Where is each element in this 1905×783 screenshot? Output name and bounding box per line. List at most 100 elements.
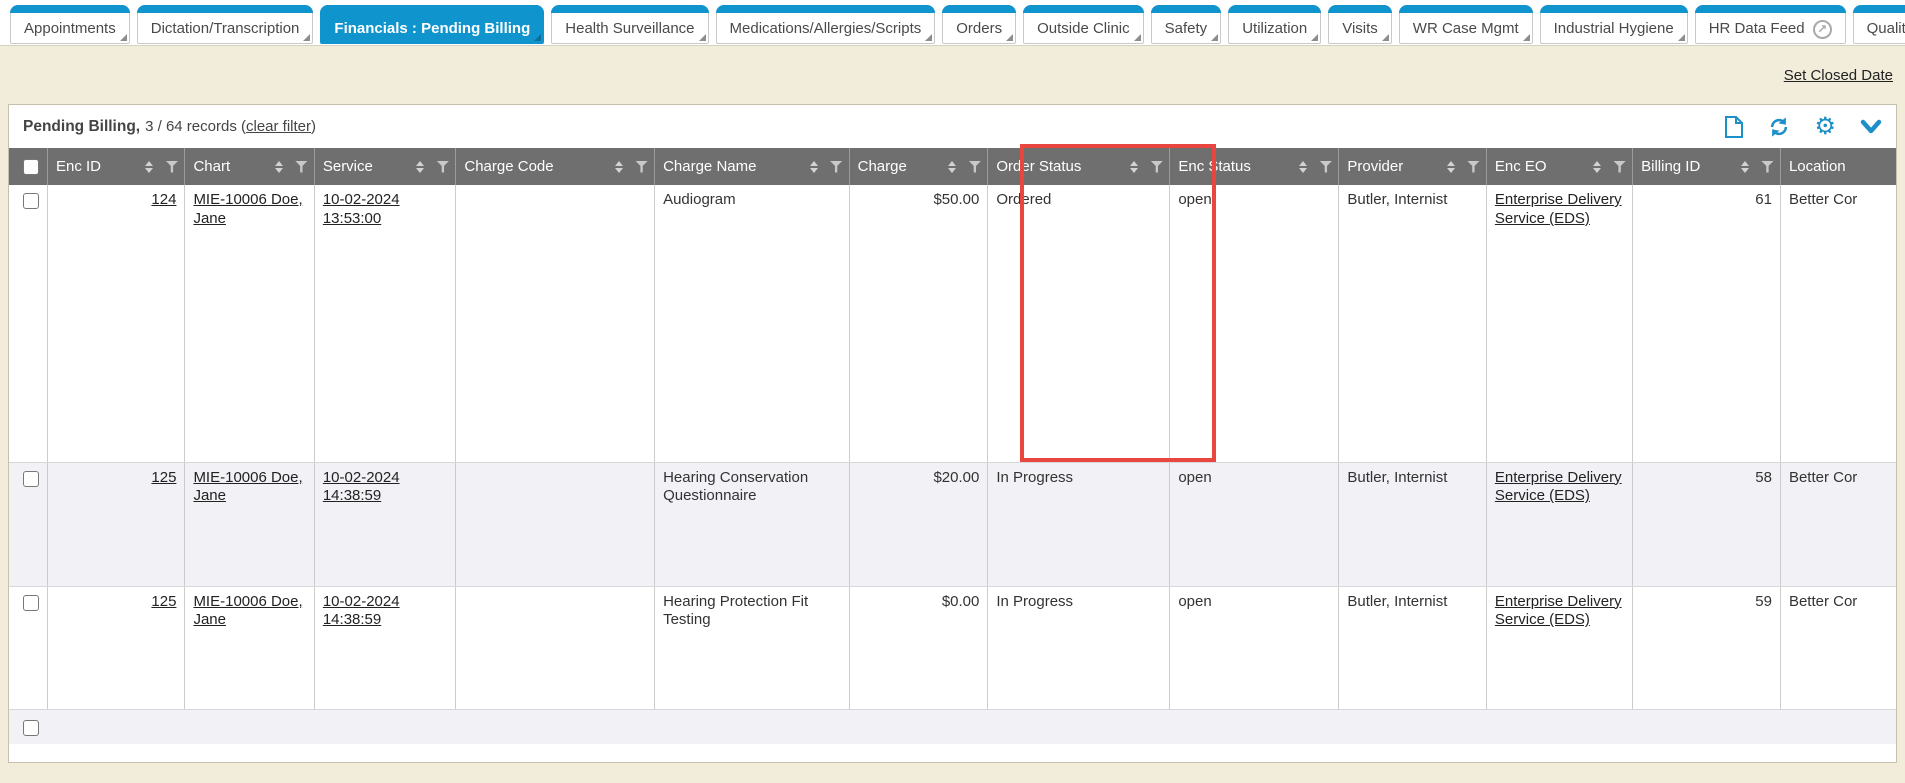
filter-funnel-icon[interactable] xyxy=(1467,161,1480,173)
sort-icon[interactable] xyxy=(810,161,818,173)
sort-icon[interactable] xyxy=(1299,161,1307,173)
column-header-charge-name[interactable]: Charge Name xyxy=(655,148,850,185)
link-enc_eo[interactable]: Enterprise Delivery Service (EDS) xyxy=(1495,593,1622,629)
records-text: 3 / 64 records ( xyxy=(145,118,246,135)
link-enc_id[interactable]: 125 xyxy=(151,593,176,610)
filter-funnel-icon[interactable] xyxy=(295,161,308,173)
new-document-icon[interactable] xyxy=(1724,116,1744,138)
sort-icon[interactable] xyxy=(416,161,424,173)
link-chart[interactable]: MIE-10006 Doe, Jane xyxy=(193,191,302,227)
link-service[interactable]: 10-02-2024 14:38:59 xyxy=(323,469,400,505)
tab-dictation-transcription[interactable]: Dictation/Transcription xyxy=(137,5,314,44)
tab-appointments[interactable]: Appointments xyxy=(10,5,130,44)
tab-corner-fold-icon xyxy=(1134,34,1141,41)
link-service[interactable]: 10-02-2024 14:38:59 xyxy=(323,593,400,629)
tab-safety[interactable]: Safety xyxy=(1151,5,1222,44)
link-enc_id[interactable]: 125 xyxy=(151,469,176,486)
sort-icon[interactable] xyxy=(1593,161,1601,173)
column-header-enc-status[interactable]: Enc Status xyxy=(1170,148,1339,185)
filter-funnel-icon[interactable] xyxy=(436,161,449,173)
tab-corner-fold-icon xyxy=(1211,34,1218,41)
column-header-charge[interactable]: Charge xyxy=(849,148,988,185)
tab-corner-fold-icon xyxy=(1006,34,1013,41)
column-label: Service xyxy=(323,158,417,175)
tab-quality-of-care[interactable]: Quality of Care xyxy=(1853,5,1905,44)
link-chart[interactable]: MIE-10006 Doe, Jane xyxy=(193,469,302,505)
tab-health-surveillance[interactable]: Health Surveillance xyxy=(551,5,708,44)
panel-bottom-spacer xyxy=(9,744,1896,762)
sort-icon[interactable] xyxy=(1741,161,1749,173)
top-links-row: Set Closed Date xyxy=(0,46,1905,104)
table-body: 124 MIE-10006 Doe, Jane 10-02-2024 13:53:0… xyxy=(9,185,1896,709)
column-header-enc-eo[interactable]: Enc EO xyxy=(1486,148,1632,185)
column-header-provider[interactable]: Provider xyxy=(1339,148,1487,185)
table-row: 124 MIE-10006 Doe, Jane 10-02-2024 13:53:0… xyxy=(9,185,1896,462)
sort-icon[interactable] xyxy=(145,161,153,173)
tab-wr-case-mgmt[interactable]: WR Case Mgmt xyxy=(1399,5,1533,44)
tab-outside-clinic[interactable]: Outside Clinic xyxy=(1023,5,1144,44)
row-select-checkbox[interactable] xyxy=(23,471,39,487)
clear-filter-link[interactable]: clear filter xyxy=(246,118,311,135)
filter-funnel-icon[interactable] xyxy=(1761,161,1774,173)
sort-icon[interactable] xyxy=(948,161,956,173)
filter-funnel-icon[interactable] xyxy=(165,161,178,173)
tab-corner-fold-icon xyxy=(699,34,706,41)
records-count: 3 / 64 records (clear filter) xyxy=(145,118,316,135)
cell-provider: Butler, Internist xyxy=(1339,462,1487,586)
column-header-billing-id[interactable]: Billing ID xyxy=(1633,148,1781,185)
column-label: Location xyxy=(1789,158,1890,175)
column-header-service[interactable]: Service xyxy=(314,148,456,185)
link-service[interactable]: 10-02-2024 13:53:00 xyxy=(323,191,400,227)
sort-icon[interactable] xyxy=(1130,161,1138,173)
column-header-enc-id[interactable]: Enc ID xyxy=(48,148,185,185)
pending-billing-table: Enc ID Chart Service Charge CodeCharge Name… xyxy=(9,148,1896,710)
filter-funnel-icon[interactable] xyxy=(830,161,843,173)
table-row: 125 MIE-10006 Doe, Jane 10-02-2024 14:38:5… xyxy=(9,462,1896,586)
link-chart[interactable]: MIE-10006 Doe, Jane xyxy=(193,593,302,629)
cell-chart: MIE-10006 Doe, Jane xyxy=(185,462,314,586)
column-label: Order Status xyxy=(996,158,1130,175)
tab-financials-pending-billing[interactable]: Financials : Pending Billing xyxy=(320,5,544,44)
column-label: Chart xyxy=(193,158,274,175)
sort-icon[interactable] xyxy=(1447,161,1455,173)
tab-utilization[interactable]: Utilization xyxy=(1228,5,1321,44)
link-enc_eo[interactable]: Enterprise Delivery Service (EDS) xyxy=(1495,469,1622,505)
tab-orders[interactable]: Orders xyxy=(942,5,1016,44)
tab-corner-fold-icon xyxy=(534,34,541,41)
filter-funnel-icon[interactable] xyxy=(1319,161,1332,173)
row-select-checkbox[interactable] xyxy=(23,193,39,209)
link-enc_eo[interactable]: Enterprise Delivery Service (EDS) xyxy=(1495,191,1622,227)
chevron-down-icon[interactable] xyxy=(1860,119,1882,135)
tab-label: WR Case Mgmt xyxy=(1413,20,1519,37)
tab-visits[interactable]: Visits xyxy=(1328,5,1392,44)
cell-enc_status: open xyxy=(1170,586,1339,709)
sort-icon[interactable] xyxy=(275,161,283,173)
tab-corner-fold-icon xyxy=(925,34,932,41)
select-all-header[interactable] xyxy=(9,148,48,185)
column-header-charge-code[interactable]: Charge Code xyxy=(456,148,655,185)
tab-label: Industrial Hygiene xyxy=(1554,20,1674,37)
link-enc_id[interactable]: 124 xyxy=(151,191,176,208)
sort-icon[interactable] xyxy=(615,161,623,173)
cell-enc_id: 124 xyxy=(48,185,185,462)
filter-funnel-icon[interactable] xyxy=(1150,161,1163,173)
row-select-checkbox[interactable] xyxy=(23,595,39,611)
new-row-checkbox[interactable] xyxy=(23,720,39,736)
cell-enc_id: 125 xyxy=(48,462,185,586)
column-label: Billing ID xyxy=(1641,158,1741,175)
column-header-location[interactable]: Location xyxy=(1780,148,1896,185)
set-closed-date-link[interactable]: Set Closed Date xyxy=(1784,67,1893,84)
gear-icon[interactable]: ⚙ xyxy=(1814,117,1836,137)
cell-chart: MIE-10006 Doe, Jane xyxy=(185,586,314,709)
select-all-checkbox[interactable] xyxy=(23,159,39,175)
tab-medications-allergies-scripts[interactable]: Medications/Allergies/Scripts xyxy=(716,5,936,44)
column-header-order-status[interactable]: Order Status xyxy=(988,148,1170,185)
refresh-icon[interactable] xyxy=(1768,116,1790,138)
filter-funnel-icon[interactable] xyxy=(1613,161,1626,173)
filter-funnel-icon[interactable] xyxy=(968,161,981,173)
tab-label: Health Surveillance xyxy=(565,20,694,37)
filter-funnel-icon[interactable] xyxy=(635,161,648,173)
tab-hr-data-feed[interactable]: HR Data Feed↗ xyxy=(1695,5,1846,44)
column-header-chart[interactable]: Chart xyxy=(185,148,314,185)
tab-industrial-hygiene[interactable]: Industrial Hygiene xyxy=(1540,5,1688,44)
